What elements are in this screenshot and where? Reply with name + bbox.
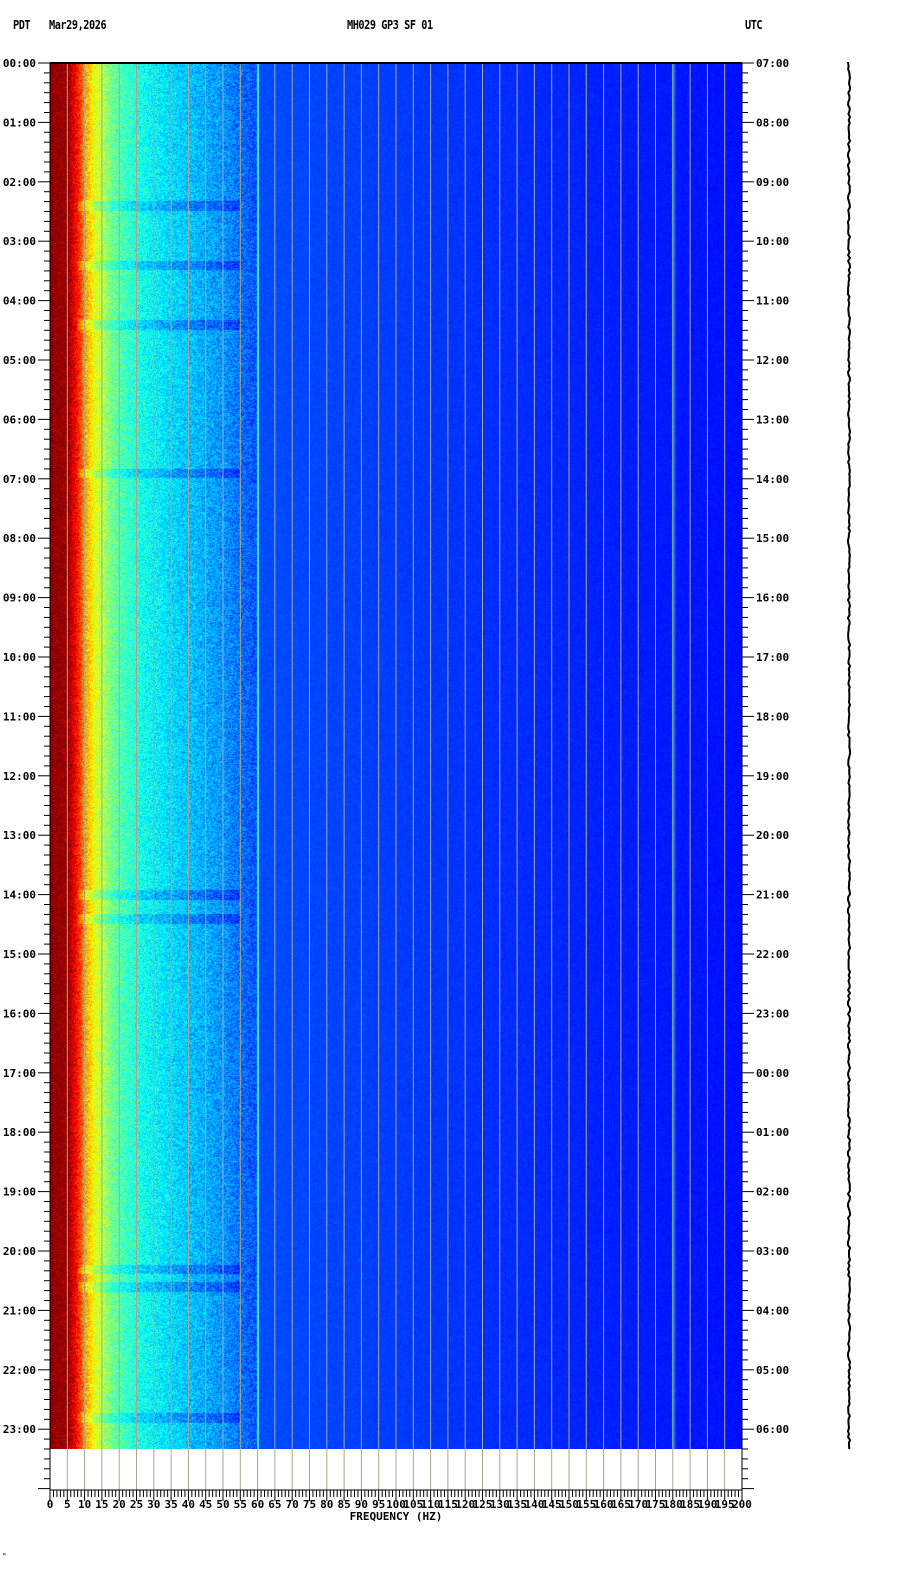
right-time-label: 23:00	[756, 1007, 789, 1020]
x-tick-label: 200	[732, 1498, 752, 1511]
left-time-label: 07:00	[3, 473, 36, 486]
left-time-label: 11:00	[3, 710, 36, 723]
left-time-label: 19:00	[3, 1186, 36, 1199]
right-time-label: 08:00	[756, 116, 789, 129]
x-tick-label: 20	[113, 1498, 126, 1511]
right-time-label: 22:00	[756, 948, 789, 961]
right-time-label: 13:00	[756, 413, 789, 426]
left-time-label: 00:00	[3, 57, 36, 70]
x-tick-label: 55	[234, 1498, 247, 1511]
right-time-label: 09:00	[756, 176, 789, 189]
left-time-label: 22:00	[3, 1364, 36, 1377]
x-tick-label: 60	[251, 1498, 264, 1511]
right-time-label: 02:00	[756, 1186, 789, 1199]
right-time-label: 04:00	[756, 1304, 789, 1317]
waveform-trace	[846, 62, 852, 1450]
x-tick-label: 10	[78, 1498, 91, 1511]
x-tick-label: 25	[130, 1498, 143, 1511]
right-time-label: 11:00	[756, 295, 789, 308]
x-tick-label: 30	[147, 1498, 160, 1511]
right-time-label: 01:00	[756, 1126, 789, 1139]
left-time-label: 01:00	[3, 116, 36, 129]
footer-mark: ᴹ	[2, 1552, 7, 1560]
left-time-label: 18:00	[3, 1126, 36, 1139]
left-time-label: 09:00	[3, 592, 36, 605]
right-time-label: 21:00	[756, 889, 789, 902]
right-time-label: 07:00	[756, 57, 789, 70]
right-time-label: 00:00	[756, 1067, 789, 1080]
right-time-label: 14:00	[756, 473, 789, 486]
right-time-label: 12:00	[756, 354, 789, 367]
right-time-label: 20:00	[756, 829, 789, 842]
x-tick-label: 45	[199, 1498, 212, 1511]
left-time-label: 14:00	[3, 889, 36, 902]
x-tick-label: 70	[286, 1498, 299, 1511]
left-time-label: 17:00	[3, 1067, 36, 1080]
left-time-label: 23:00	[3, 1423, 36, 1436]
x-tick-label: 75	[303, 1498, 316, 1511]
x-tick-label: 15	[95, 1498, 108, 1511]
left-time-label: 03:00	[3, 235, 36, 248]
x-tick-label: 65	[268, 1498, 281, 1511]
x-tick-label: 5	[64, 1498, 71, 1511]
left-time-label: 04:00	[3, 295, 36, 308]
left-time-label: 21:00	[3, 1304, 36, 1317]
left-time-label: 15:00	[3, 948, 36, 961]
left-time-label: 06:00	[3, 413, 36, 426]
right-time-label: 06:00	[756, 1423, 789, 1436]
right-time-label: 15:00	[756, 532, 789, 545]
left-time-label: 05:00	[3, 354, 36, 367]
right-time-label: 17:00	[756, 651, 789, 664]
left-time-label: 08:00	[3, 532, 36, 545]
left-time-label: 20:00	[3, 1245, 36, 1258]
left-time-label: 10:00	[3, 651, 36, 664]
right-time-label: 16:00	[756, 592, 789, 605]
left-time-label: 13:00	[3, 829, 36, 842]
right-time-label: 18:00	[756, 710, 789, 723]
x-axis-label: FREQUENCY (HZ)	[350, 1510, 443, 1523]
x-tick-label: 80	[320, 1498, 333, 1511]
right-time-label: 10:00	[756, 235, 789, 248]
left-time-label: 12:00	[3, 770, 36, 783]
chart-axes: 0 5 10 15 20 25 30 35 40 45 50 55 60 65 70 75 80 85 90 95 10…	[3, 57, 852, 1523]
x-tick-label: 40	[182, 1498, 195, 1511]
left-time-label: 02:00	[3, 176, 36, 189]
right-time-label: 03:00	[756, 1245, 789, 1258]
x-tick-label: 0	[47, 1498, 54, 1511]
right-time-label: 05:00	[756, 1364, 789, 1377]
x-tick-label: 50	[216, 1498, 229, 1511]
left-time-label: 16:00	[3, 1007, 36, 1020]
right-time-label: 19:00	[756, 770, 789, 783]
x-tick-label: 35	[164, 1498, 177, 1511]
